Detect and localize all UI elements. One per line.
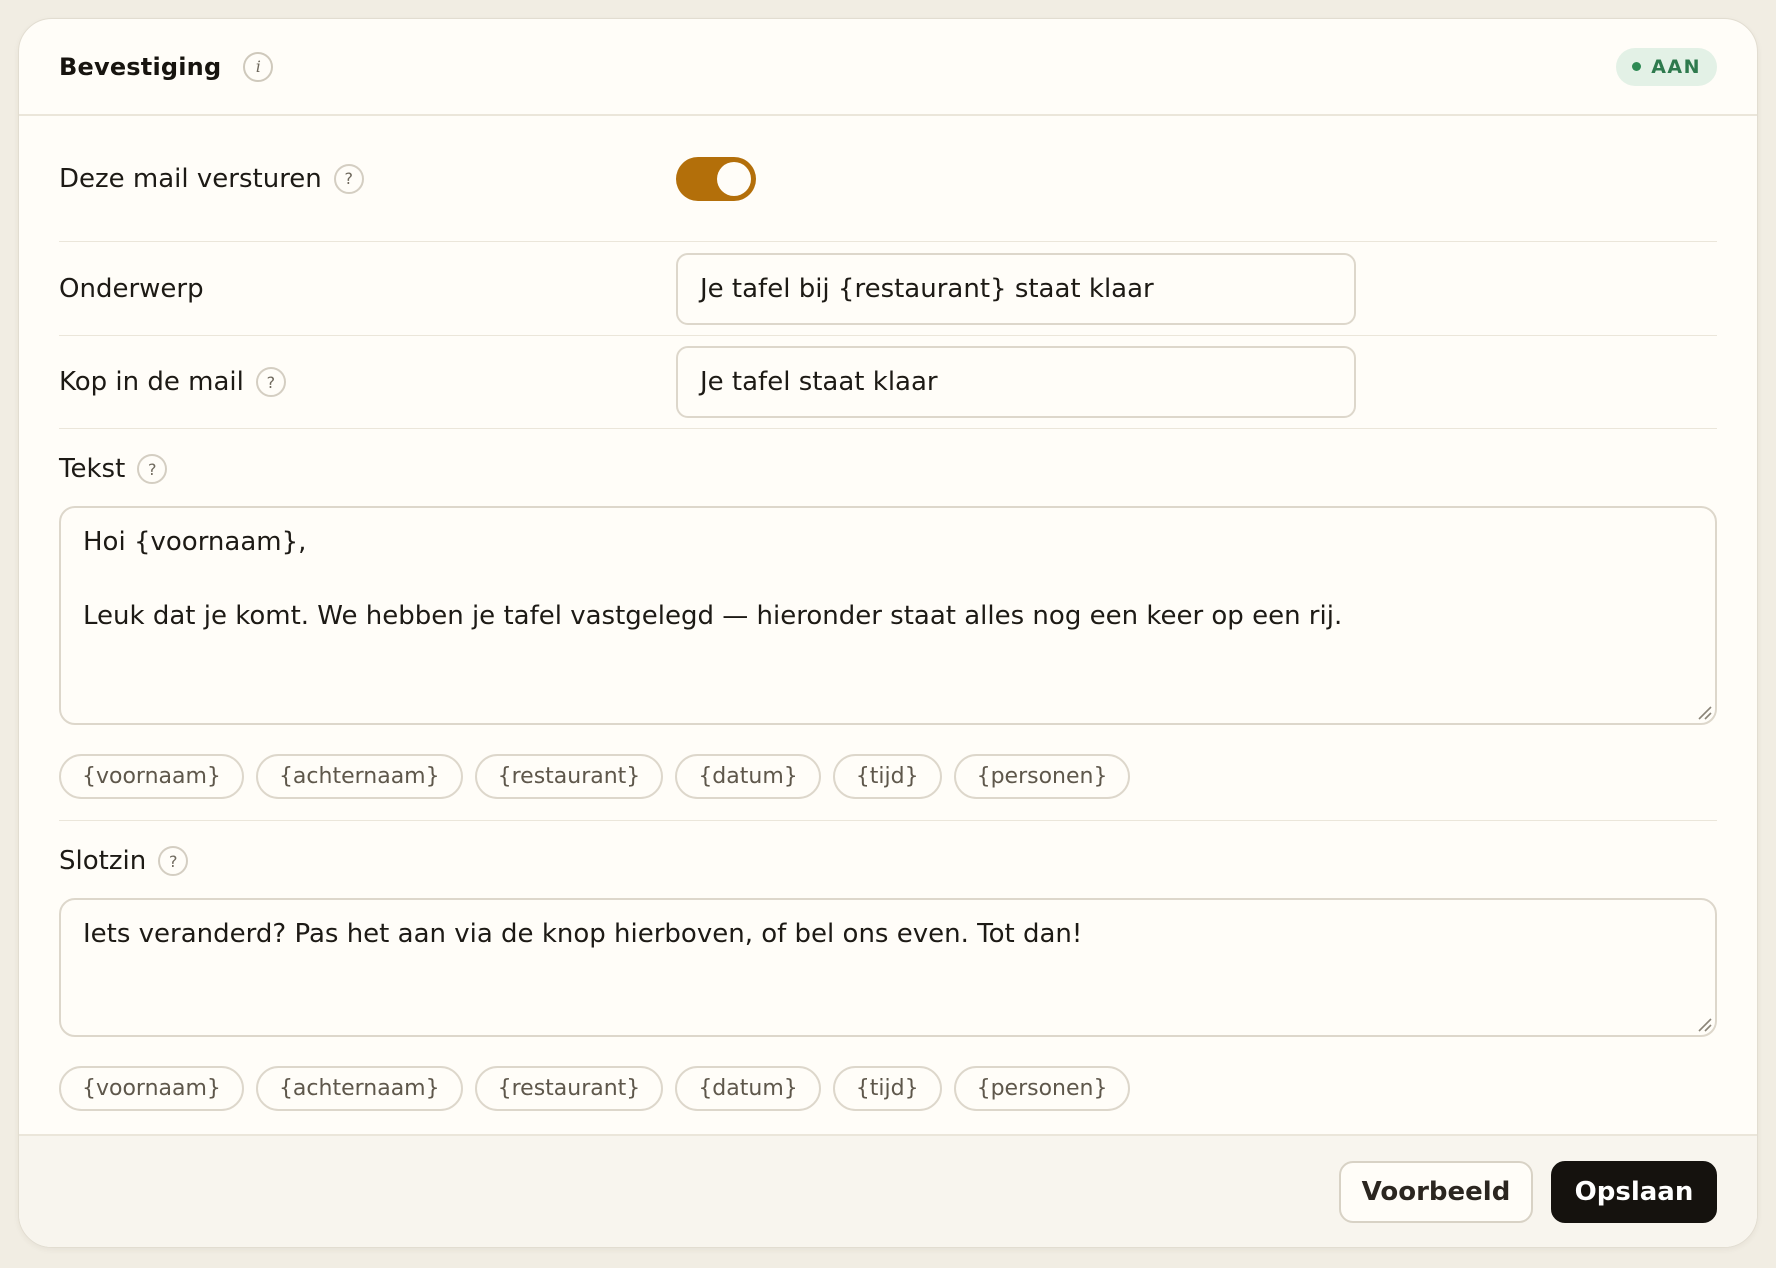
tag-personen[interactable]: {personen}	[953, 1066, 1131, 1111]
help-icon[interactable]: ?	[333, 163, 364, 194]
resize-handle-icon[interactable]	[1696, 1016, 1712, 1032]
send-mail-label-group: Deze mail versturen ?	[59, 163, 676, 194]
send-mail-toggle[interactable]	[676, 156, 756, 201]
tag-achternaam[interactable]: {achternaam}	[255, 1066, 463, 1111]
closing-tags: {voornaam} {achternaam} {restaurant} {da…	[59, 1066, 1717, 1132]
tag-voornaam[interactable]: {voornaam}	[59, 754, 244, 799]
info-icon[interactable]: i	[243, 51, 274, 82]
body-text-block: Tekst ? Hoi {voornaam}, Leuk dat je komt…	[59, 429, 1717, 821]
tag-restaurant[interactable]: {restaurant}	[474, 1066, 664, 1111]
preview-button[interactable]: Voorbeeld	[1339, 1160, 1533, 1223]
closing-label-group: Slotzin ?	[59, 843, 1717, 879]
help-icon[interactable]: ?	[137, 454, 168, 484]
body-text-textarea[interactable]: Hoi {voornaam}, Leuk dat je komt. We heb…	[59, 506, 1717, 725]
tag-tijd[interactable]: {tijd}	[832, 754, 942, 799]
tag-datum[interactable]: {datum}	[675, 754, 821, 799]
status-label: AAN	[1651, 55, 1701, 78]
status-dot-icon	[1632, 62, 1642, 71]
subject-row: Onderwerp Je tafel bij {restaurant} staa…	[59, 242, 1717, 336]
subject-label-group: Onderwerp	[59, 274, 676, 304]
card-body: Deze mail versturen ? Onderwerp Je tafel…	[19, 116, 1757, 1132]
tag-tijd[interactable]: {tijd}	[832, 1066, 942, 1111]
tag-personen[interactable]: {personen}	[953, 754, 1131, 799]
body-text-value: Hoi {voornaam}, Leuk dat je komt. We heb…	[83, 527, 1343, 631]
card-footer: Voorbeeld Opslaan	[19, 1134, 1757, 1247]
closing-label: Slotzin	[59, 846, 147, 876]
body-text-label-group: Tekst ?	[59, 451, 1717, 487]
tag-voornaam[interactable]: {voornaam}	[59, 1066, 244, 1111]
body-text-label: Tekst	[59, 454, 126, 484]
body-text-tags: {voornaam} {achternaam} {restaurant} {da…	[59, 754, 1717, 820]
help-icon[interactable]: ?	[158, 846, 189, 876]
help-icon[interactable]: ?	[255, 367, 286, 397]
send-mail-row: Deze mail versturen ?	[59, 116, 1717, 242]
closing-block: Slotzin ? Iets veranderd? Pas het aan vi…	[59, 821, 1717, 1132]
tag-datum[interactable]: {datum}	[675, 1066, 821, 1111]
status-badge: AAN	[1616, 47, 1717, 86]
subject-label: Onderwerp	[59, 273, 204, 304]
heading-input[interactable]: Je tafel staat klaar	[676, 346, 1356, 418]
heading-row: Kop in de mail ? Je tafel staat klaar	[59, 336, 1717, 429]
card-header: Bevestiging i AAN	[19, 19, 1757, 116]
heading-label: Kop in de mail	[59, 367, 244, 397]
card-title: Bevestiging	[59, 52, 222, 81]
toggle-knob	[717, 161, 751, 196]
heading-label-group: Kop in de mail ?	[59, 367, 676, 397]
send-mail-label: Deze mail versturen	[59, 163, 322, 194]
tag-restaurant[interactable]: {restaurant}	[474, 754, 664, 799]
resize-handle-icon[interactable]	[1696, 704, 1712, 720]
tag-achternaam[interactable]: {achternaam}	[255, 754, 463, 799]
save-button[interactable]: Opslaan	[1551, 1160, 1717, 1223]
closing-textarea[interactable]: Iets veranderd? Pas het aan via de knop …	[59, 898, 1717, 1037]
closing-value: Iets veranderd? Pas het aan via de knop …	[83, 919, 1083, 949]
email-settings-card: Bevestiging i AAN Deze mail versturen ? …	[18, 18, 1758, 1248]
subject-input[interactable]: Je tafel bij {restaurant} staat klaar	[676, 252, 1356, 325]
